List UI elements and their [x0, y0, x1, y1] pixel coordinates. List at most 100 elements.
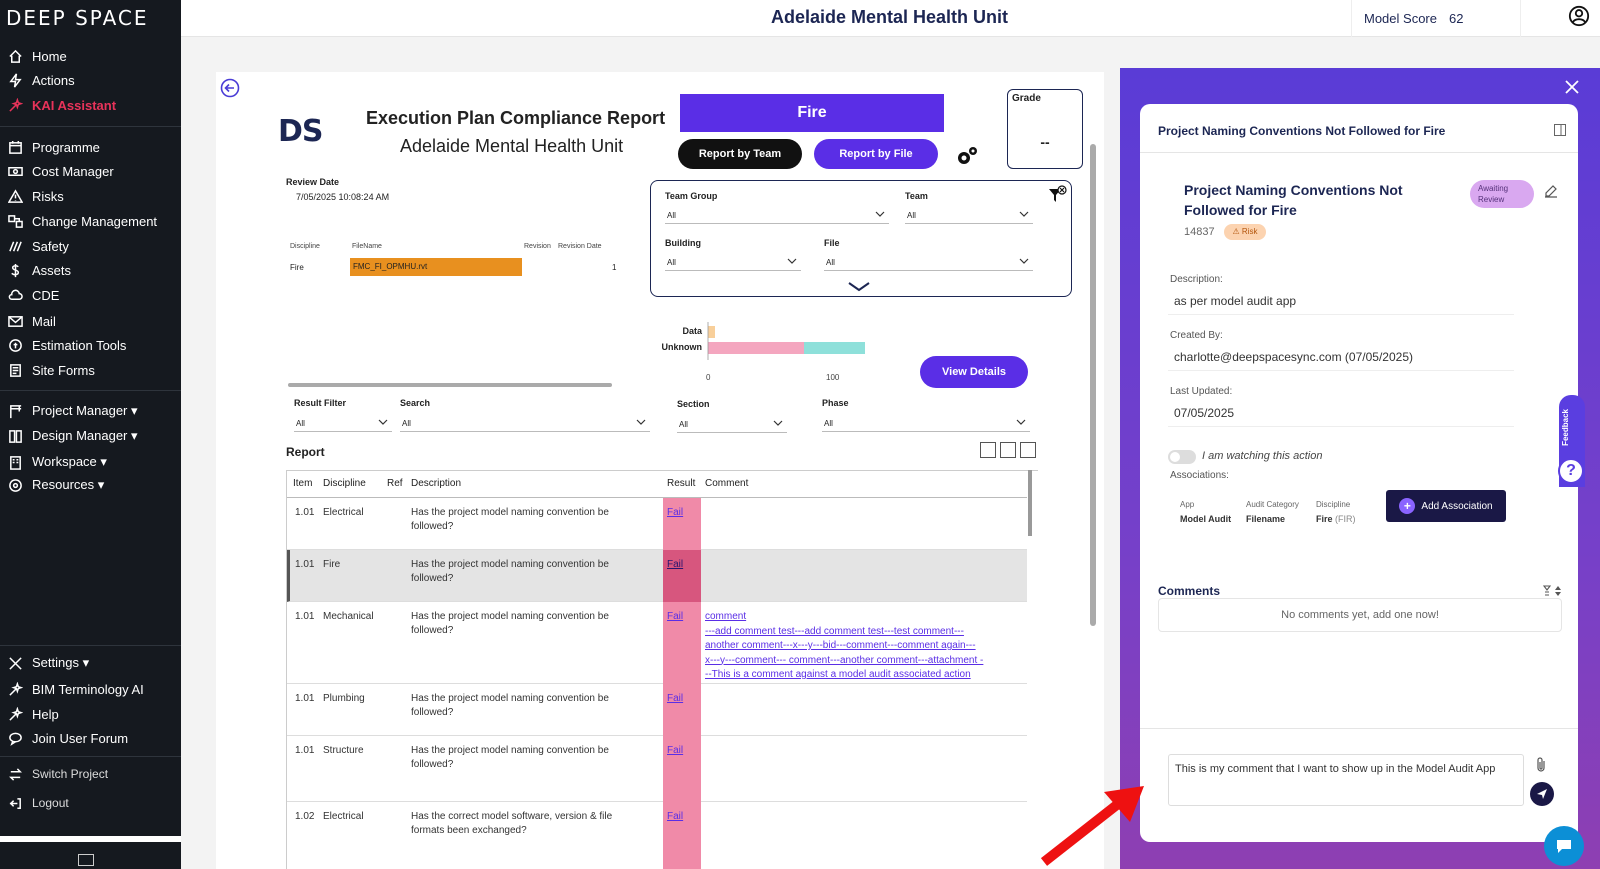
table-row[interactable]: 1.02 Electrical Has the correct model so… [287, 802, 1027, 869]
filter-icon[interactable] [980, 442, 996, 458]
table-row[interactable]: 1.01 Electrical Has the project model na… [287, 498, 1027, 550]
chat-icon [1557, 840, 1571, 853]
sidebar-item-site-forms[interactable]: Site Forms [6, 360, 95, 380]
sidebar-item-project-manager[interactable]: Project Manager ▾ [6, 401, 138, 421]
table-scrollbar[interactable] [1028, 470, 1032, 536]
col-header-description[interactable]: Description [411, 471, 461, 497]
form-icon [6, 362, 24, 378]
add-association-button[interactable]: + Add Association [1386, 490, 1506, 522]
clear-filter-icon[interactable] [1047, 185, 1067, 205]
sidebar-item-settings[interactable]: Settings ▾ [6, 653, 89, 673]
cell-result-link[interactable]: Fail [667, 692, 683, 706]
assoc-app-header: App [1180, 500, 1195, 509]
cell-result-link[interactable]: Fail [667, 744, 683, 758]
sidebar-item-kai-assistant[interactable]: KAI Assistant [6, 95, 116, 115]
cell-item: 1.01 [295, 559, 315, 570]
file-revision: 1 [612, 263, 617, 272]
user-account-icon[interactable] [1568, 5, 1590, 27]
sidebar-item-home[interactable]: Home [6, 46, 67, 66]
top-bar: Adelaide Mental Health Unit Model Score … [181, 0, 1600, 37]
team-group-select[interactable]: All [665, 207, 889, 224]
more-options-icon[interactable] [1020, 442, 1036, 458]
cash-icon [6, 163, 24, 179]
help-question-icon[interactable]: ? [1558, 458, 1584, 484]
gear-icon[interactable] [954, 144, 980, 168]
search-value: All [402, 419, 411, 428]
cell-item: 1.01 [295, 611, 315, 622]
col-header-result[interactable]: Result [667, 471, 695, 497]
view-details-button[interactable]: View Details [920, 356, 1028, 388]
file-select[interactable]: All [824, 254, 1033, 271]
back-arrow-icon[interactable] [220, 78, 240, 98]
sidebar-item-assets[interactable]: Assets [6, 260, 71, 280]
sidebar-item-workspace[interactable]: Workspace ▾ [6, 452, 107, 472]
team-select[interactable]: All [905, 207, 1033, 224]
sidebar-toggle-icon[interactable] [1554, 124, 1566, 136]
cell-result-link[interactable]: Fail [667, 506, 683, 520]
cell-result-link[interactable]: Fail [667, 610, 683, 624]
chat-support-button[interactable] [1544, 826, 1584, 866]
safety-icon [6, 238, 24, 254]
sidebar-item-change-management[interactable]: Change Management [6, 211, 157, 231]
sidebar-item-label: Help [32, 706, 59, 722]
sidebar-item-resources[interactable]: Resources ▾ [6, 475, 104, 495]
send-comment-button[interactable] [1530, 782, 1554, 806]
report-scrollbar[interactable] [1090, 144, 1096, 626]
sidebar-collapse-icon[interactable] [78, 854, 94, 866]
sidebar-item-cde[interactable]: CDE [6, 285, 59, 305]
discipline-banner: Fire [680, 94, 944, 132]
chart-bar-unknown-teal [804, 342, 865, 354]
paperclip-icon[interactable] [1534, 756, 1548, 774]
plus-icon: + [1399, 498, 1416, 514]
search-select[interactable]: All [400, 415, 650, 432]
sidebar-item-programme[interactable]: Programme [6, 137, 100, 157]
col-header-item[interactable]: Item [293, 471, 312, 497]
sidebar-item-risks[interactable]: Risks [6, 186, 64, 206]
table-row[interactable]: 1.01 Fire Has the project model naming c… [287, 550, 1027, 602]
sidebar: DEEP SPACE Home Actions KAI Assistant Pr… [0, 0, 181, 869]
section-select[interactable]: All [677, 416, 787, 433]
crane-icon [6, 403, 24, 419]
sidebar-item-label: Home [32, 48, 67, 64]
edit-icon[interactable] [1544, 184, 1558, 198]
cell-result-link[interactable]: Fail [667, 810, 683, 824]
col-header-discipline[interactable]: Discipline [323, 471, 366, 497]
cell-comment[interactable]: comment ---add comment test---add commen… [705, 610, 1025, 683]
sidebar-item-switch-project[interactable]: Switch Project [6, 764, 108, 784]
comments-heading: Comments [1158, 584, 1221, 598]
report-by-team-button[interactable]: Report by Team [678, 139, 802, 169]
table-row[interactable]: 1.01 Plumbing Has the project model nami… [287, 684, 1027, 736]
cell-result-link[interactable]: Fail [667, 558, 683, 572]
sidebar-item-mail[interactable]: Mail [6, 311, 56, 331]
col-header-comment[interactable]: Comment [705, 471, 748, 497]
close-icon[interactable] [1565, 80, 1579, 94]
table-row[interactable]: 1.01 Structure Has the project model nam… [287, 736, 1027, 802]
sidebar-item-logout[interactable]: Logout [6, 793, 69, 813]
description-field[interactable]: as per model audit app [1168, 287, 1514, 315]
bolt-icon [6, 72, 24, 88]
watch-action-toggle[interactable] [1168, 450, 1196, 464]
sidebar-item-bim-terminology[interactable]: BIM Terminology AI [6, 679, 144, 699]
sidebar-item-estimation-tools[interactable]: Estimation Tools [6, 335, 126, 355]
result-filter-select[interactable]: All [294, 415, 392, 432]
table-row[interactable]: 1.01 Mechanical Has the project model na… [287, 602, 1027, 684]
chevron-down-icon [787, 258, 797, 264]
sidebar-item-safety[interactable]: Safety [6, 236, 69, 256]
building-select[interactable]: All [665, 254, 801, 271]
sidebar-item-help[interactable]: Help [6, 704, 59, 724]
phase-select[interactable]: All [822, 415, 1030, 432]
file-name[interactable]: FMC_FI_OPMHU.rvt [350, 258, 522, 276]
sidebar-item-actions[interactable]: Actions [6, 70, 75, 90]
expand-filters-icon[interactable] [847, 281, 871, 293]
sidebar-item-cost-manager[interactable]: Cost Manager [6, 161, 114, 181]
report-by-file-button[interactable]: Report by File [814, 139, 938, 169]
annotation-arrow [1040, 786, 1144, 866]
sidebar-item-join-user-forum[interactable]: Join User Forum [6, 728, 128, 748]
sort-icon[interactable] [1540, 584, 1564, 598]
focus-mode-icon[interactable] [1000, 442, 1016, 458]
section-value: All [679, 420, 688, 429]
col-header-ref[interactable]: Ref [387, 471, 403, 497]
horizontal-scrollbar[interactable] [288, 383, 612, 387]
sidebar-item-design-manager[interactable]: Design Manager ▾ [6, 426, 138, 446]
comment-input[interactable]: This is my comment that I want to show u… [1168, 754, 1524, 806]
